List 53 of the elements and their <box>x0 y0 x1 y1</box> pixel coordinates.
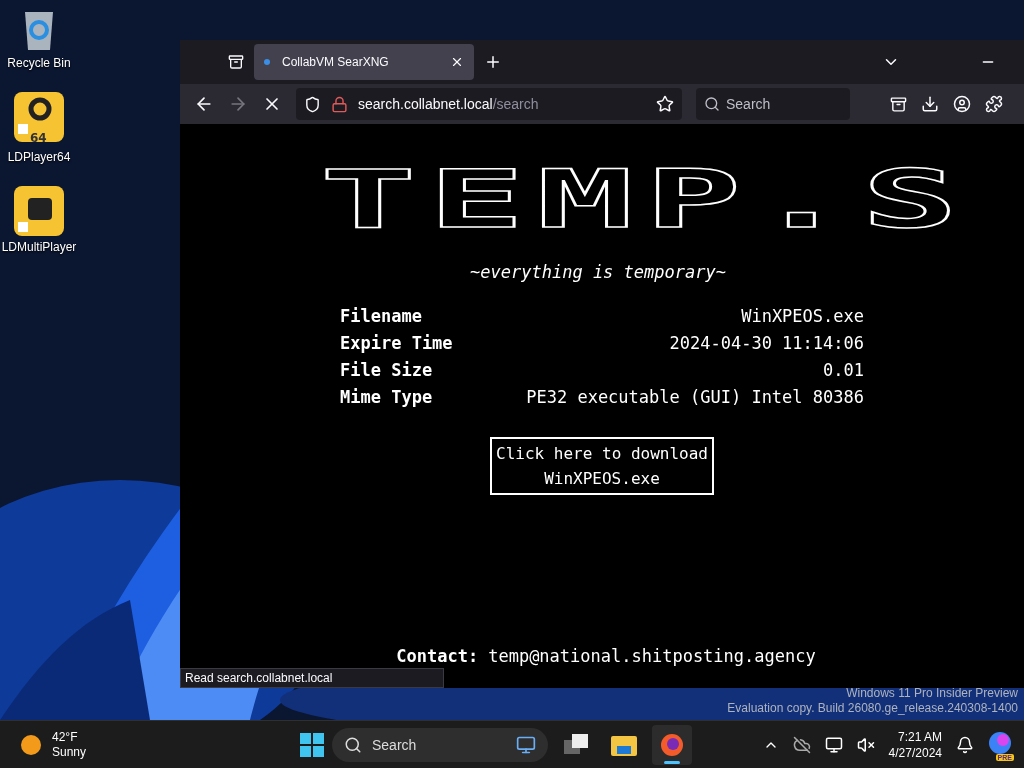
extensions-icon[interactable] <box>985 95 1003 113</box>
download-icon[interactable] <box>921 95 939 113</box>
lock-icon[interactable] <box>331 95 348 113</box>
field-value: 0.01 <box>822 360 864 380</box>
account-icon[interactable] <box>953 95 971 113</box>
field-value: WinXPEOS.exe <box>740 306 864 326</box>
site-logo: TEMP.S <box>320 164 970 236</box>
field-label: Expire Time <box>340 333 453 353</box>
status-bar: Read search.collabnet.local <box>180 668 444 688</box>
star-icon[interactable] <box>656 95 674 113</box>
field-label: Mime Type <box>340 387 434 407</box>
tagline: ~everything is temporary~ <box>470 262 726 282</box>
clock[interactable]: 7:21 AM 4/27/2024 <box>888 728 942 761</box>
weather-text: Sunny <box>52 744 87 760</box>
close-icon[interactable] <box>450 55 464 69</box>
bell-icon[interactable] <box>956 735 974 754</box>
temperature-text: 42°F <box>52 729 79 745</box>
tab-list-icon[interactable] <box>228 54 244 70</box>
search-icon <box>704 96 720 112</box>
browser-tab[interactable]: CollabVM SearXNG <box>254 44 474 80</box>
cloud-off-icon[interactable] <box>792 735 811 754</box>
new-tab-icon[interactable] <box>484 53 502 71</box>
task-view-icon <box>564 733 588 756</box>
shield-icon[interactable] <box>304 95 321 113</box>
windows-icon[interactable] <box>300 732 324 757</box>
icon-label[interactable]: LDPlayer64 <box>7 150 71 164</box>
contact-label: Contact: <box>396 646 479 666</box>
watermark-text: Evaluation copy. Build 26080.ge_release.240308-1400 <box>727 701 1018 716</box>
search-field[interactable]: Search <box>696 88 850 120</box>
copilot-icon[interactable] <box>988 730 1012 755</box>
watermark-text: Windows 11 Pro Insider Preview <box>846 686 1018 701</box>
sun-icon <box>20 733 42 756</box>
icon-label[interactable]: LDMultiPlayer <box>1 240 77 254</box>
download-button[interactable]: Click here to download WinXPEOS.exe <box>490 437 714 495</box>
url-text: search.collabnet.local/search <box>358 96 540 112</box>
field-label: Filename <box>340 306 423 326</box>
mute-icon[interactable] <box>856 735 875 754</box>
contact-email: temp@national.shitposting.agency <box>488 646 816 666</box>
search-icon <box>344 735 362 754</box>
field-label: File Size <box>340 360 434 380</box>
icon-label[interactable]: Recycle Bin <box>7 56 71 70</box>
badge-text: 64 <box>30 131 47 145</box>
taskbar-app[interactable] <box>652 724 692 765</box>
field-value: 2024-04-30 11:14:06 <box>668 333 864 353</box>
app-icon <box>14 92 64 142</box>
network-icon[interactable] <box>824 735 843 754</box>
app-icon <box>14 186 64 236</box>
taskbar-search[interactable]: Search <box>332 727 548 762</box>
field-value: PE32 executable (GUI) Intel 80386 <box>525 387 864 407</box>
folder-icon <box>611 733 637 756</box>
monitor-icon <box>516 734 536 755</box>
address-field[interactable]: search.collabnet.local/search <box>296 88 682 120</box>
firefox-icon <box>660 732 684 757</box>
